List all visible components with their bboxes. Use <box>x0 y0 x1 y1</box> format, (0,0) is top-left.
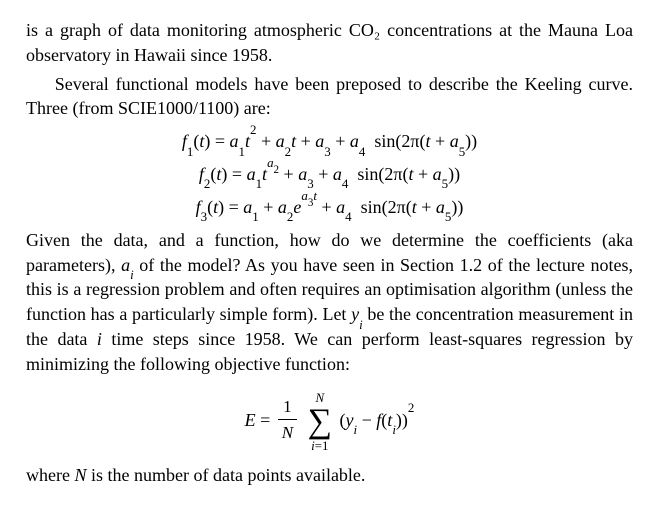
text: time steps since 1958. We can perform le… <box>26 329 633 374</box>
paragraph-co2-intro: is a graph of data monitoring atmospheri… <box>26 18 633 68</box>
equation-f3: f3(t) = a1 + a2ea3t + a4 sin(2π(t + a5)) <box>26 195 633 220</box>
equation-f2: f2(t) = a1ta2 + a3 + a4 sin(2π(t + a5)) <box>26 162 633 187</box>
text: Several functional models have been prep… <box>26 74 633 119</box>
text: where <box>26 465 74 485</box>
paragraph-N-note: where N is the number of data points ava… <box>26 463 633 488</box>
paragraph-models-intro: Several functional models have been prep… <box>26 72 633 122</box>
text: is a graph of data monitoring atmospheri… <box>26 20 633 65</box>
paragraph-coefficients: Given the data, and a function, how do w… <box>26 228 633 377</box>
equation-objective: E = 1 N N ∑ i=1 (yi − f(ti))2 <box>26 387 633 457</box>
text: is the number of data points available. <box>87 465 366 485</box>
equation-f1: f1(t) = a1t2 + a2t + a3 + a4 sin(2π(t + … <box>26 129 633 154</box>
